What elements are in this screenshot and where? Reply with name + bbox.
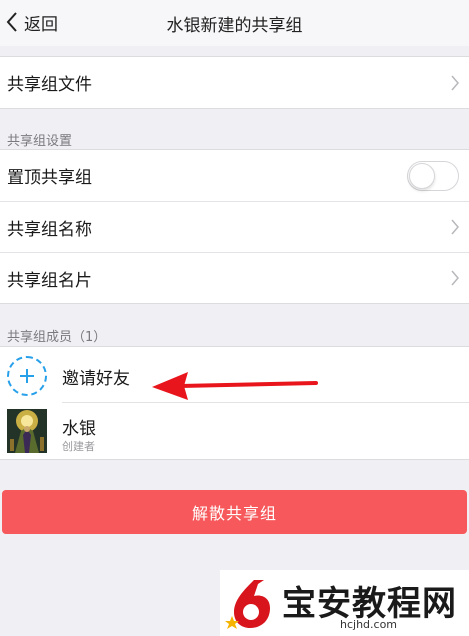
group-card-label: 共享组名片 (7, 270, 92, 291)
member-row[interactable]: 水银 创建者 (0, 403, 469, 459)
chevron-right-icon (451, 219, 459, 235)
watermark-logo-icon (225, 580, 270, 629)
group-card-row[interactable]: 共享组名片 (0, 252, 469, 303)
watermark-url: hcjhd.com (340, 618, 398, 631)
group-name-row[interactable]: 共享组名称 (0, 201, 469, 252)
group-name-label: 共享组名称 (7, 219, 92, 240)
watermark: 宝安教程网 hcjhd.com (220, 570, 469, 636)
members-section-label: 共享组成员（1） (7, 330, 107, 345)
members-group: 邀请好友 水银 创建者 (0, 346, 469, 460)
avatar (7, 409, 47, 453)
page-title: 水银新建的共享组 (166, 16, 303, 36)
toggle-knob (409, 162, 435, 189)
invite-friends-label: 邀请好友 (62, 369, 130, 389)
pin-label: 置顶共享组 (7, 168, 92, 188)
files-label: 共享组文件 (7, 75, 92, 95)
add-icon (7, 356, 47, 396)
settings-section-label: 共享组设置 (7, 134, 73, 149)
pin-toggle[interactable] (407, 160, 459, 191)
chevron-right-icon (451, 270, 459, 286)
files-row[interactable]: 共享组文件 (0, 57, 469, 108)
annotation-arrow-icon (152, 372, 318, 400)
pin-row: 置顶共享组 (0, 150, 469, 201)
disband-group-button[interactable]: 解散共享组 (2, 490, 467, 534)
nav-bar: 返回 水银新建的共享组 (0, 0, 469, 46)
files-group: 共享组文件 (0, 56, 469, 109)
settings-group: 置顶共享组 共享组名称 共享组名片 (0, 149, 469, 304)
member-name: 水银 (62, 419, 96, 439)
member-role: 创建者 (62, 440, 95, 453)
chevron-right-icon (451, 75, 459, 90)
